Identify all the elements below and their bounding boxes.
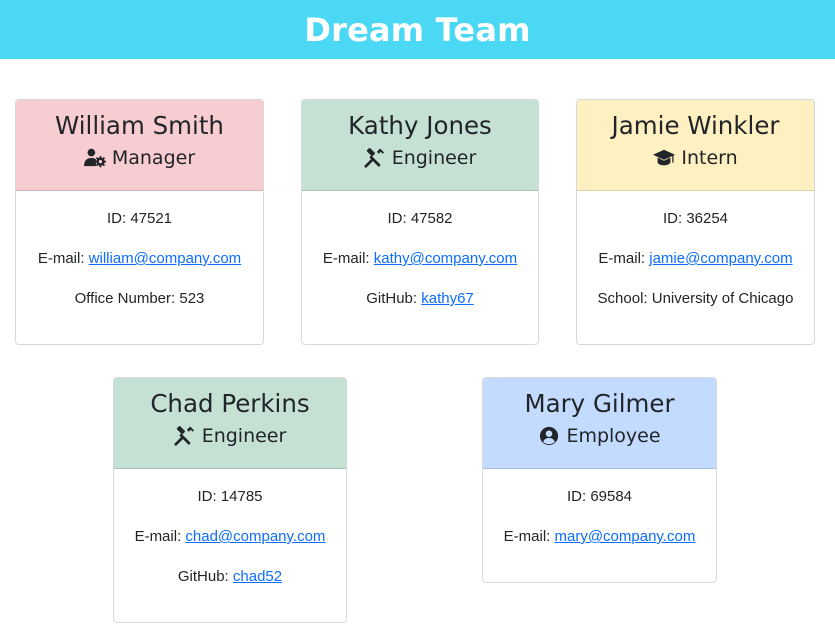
employee-card-william-smith: William Smith Manager ID: 47521 E-mail: … xyxy=(15,99,264,345)
header-banner: Dream Team xyxy=(0,0,835,59)
page-title: Dream Team xyxy=(304,10,531,49)
employee-email: E-mail: mary@company.com xyxy=(503,528,696,545)
email-link[interactable]: jamie@company.com xyxy=(649,250,792,267)
card-body: ID: 47582 E-mail: kathy@company.com GitH… xyxy=(302,191,538,309)
employee-github: GitHub: chad52 xyxy=(177,568,283,585)
employee-email: E-mail: kathy@company.com xyxy=(322,250,518,267)
role-label: Employee xyxy=(566,425,661,447)
employee-office: Office Number: 523 xyxy=(74,290,205,307)
email-link[interactable]: chad@company.com xyxy=(185,528,325,545)
github-link[interactable]: chad52 xyxy=(233,568,282,585)
role-label: Manager xyxy=(111,147,196,169)
employee-role: Engineer xyxy=(302,146,538,170)
role-label: Intern xyxy=(681,147,738,169)
email-link[interactable]: kathy@company.com xyxy=(374,250,517,267)
employee-name: Chad Perkins xyxy=(150,389,310,418)
employee-name: Kathy Jones xyxy=(348,111,492,140)
employee-name: Jamie Winkler xyxy=(611,111,780,140)
graduation-cap-icon xyxy=(653,148,676,168)
employee-id: ID: 14785 xyxy=(197,488,263,505)
employee-name: William Smith xyxy=(55,111,224,140)
employee-id: ID: 69584 xyxy=(566,488,633,505)
card-header: Mary Gilmer Employee xyxy=(483,378,716,469)
card-header: William Smith Manager xyxy=(16,100,263,191)
tools-icon xyxy=(174,426,196,446)
employee-role: Engineer xyxy=(114,424,346,448)
card-header: Kathy Jones Engineer xyxy=(302,100,538,191)
employee-email: E-mail: william@company.com xyxy=(37,250,242,267)
card-body: ID: 47521 E-mail: william@company.com Of… xyxy=(16,191,263,309)
github-link[interactable]: kathy67 xyxy=(421,290,474,307)
employee-role: Manager xyxy=(16,146,263,170)
user-circle-icon xyxy=(538,426,560,446)
employee-card-chad-perkins: Chad Perkins Engineer ID: 14785 E-mail: … xyxy=(113,377,347,623)
employee-role: Employee xyxy=(483,424,716,448)
employee-github: GitHub: kathy67 xyxy=(366,290,474,307)
tools-icon xyxy=(364,148,386,168)
employee-name: Mary Gilmer xyxy=(524,389,675,418)
employee-card-kathy-jones: Kathy Jones Engineer ID: 47582 E-mail: k… xyxy=(301,99,539,345)
employee-id: ID: 47582 xyxy=(387,210,453,227)
email-link[interactable]: william@company.com xyxy=(89,250,241,267)
card-header: Jamie Winkler Intern xyxy=(577,100,814,191)
employee-role: Intern xyxy=(577,146,814,170)
card-header: Chad Perkins Engineer xyxy=(114,378,346,469)
card-body: ID: 69584 E-mail: mary@company.com xyxy=(483,469,716,547)
employee-card-jamie-winkler: Jamie Winkler Intern ID: 36254 E-mail: j… xyxy=(576,99,815,345)
card-body: ID: 36254 E-mail: jamie@company.com Scho… xyxy=(577,191,814,309)
employee-id: ID: 47521 xyxy=(106,210,173,227)
card-body: ID: 14785 E-mail: chad@company.com GitHu… xyxy=(114,469,346,587)
employee-card-mary-gilmer: Mary Gilmer Employee ID: 69584 E-mail: m… xyxy=(482,377,717,583)
employee-email: E-mail: jamie@company.com xyxy=(598,250,793,267)
employee-email: E-mail: chad@company.com xyxy=(134,528,326,545)
role-label: Engineer xyxy=(391,147,477,169)
employee-school: School: University of Chicago xyxy=(597,290,794,307)
employee-id: ID: 36254 xyxy=(662,210,729,227)
role-label: Engineer xyxy=(201,425,287,447)
email-link[interactable]: mary@company.com xyxy=(555,528,696,545)
user-cog-icon xyxy=(83,148,106,168)
